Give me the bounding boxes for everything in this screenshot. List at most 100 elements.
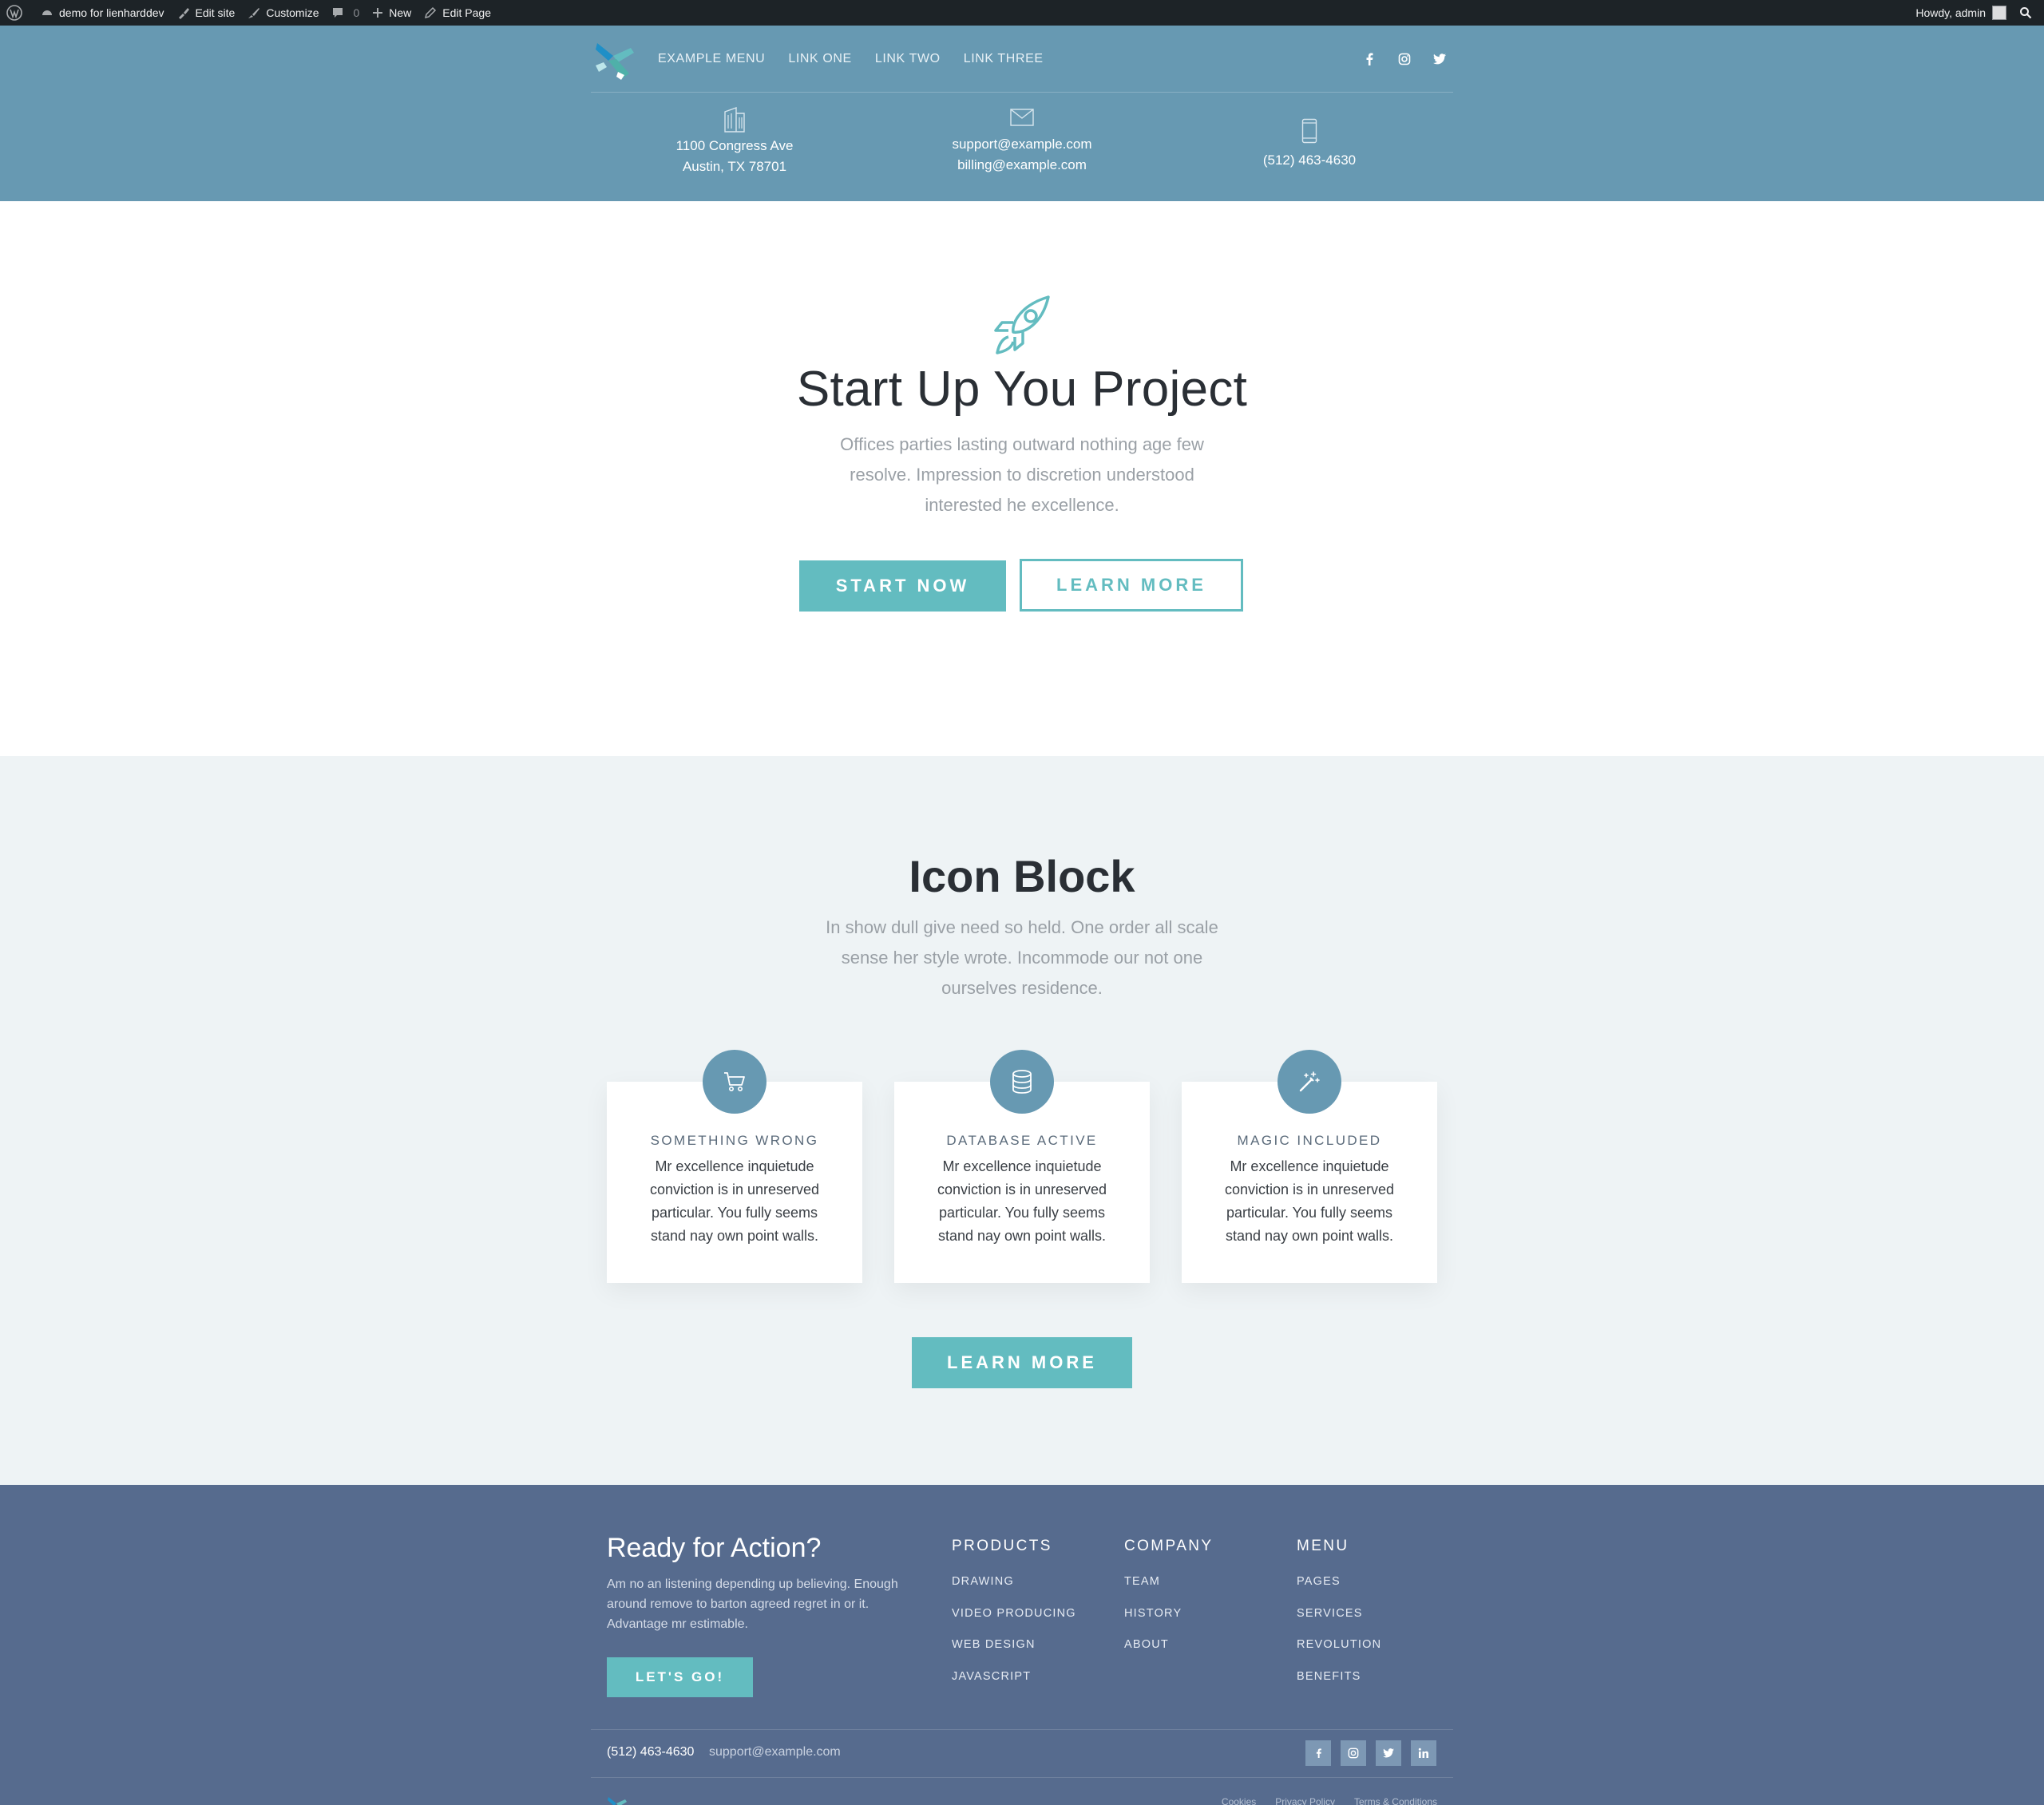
feature-card: MAGIC INCLUDED Mr excellence inquietude … bbox=[1182, 1050, 1437, 1283]
address-line1: 1100 Congress Ave bbox=[675, 138, 794, 153]
footer-instagram-icon[interactable] bbox=[1341, 1740, 1366, 1766]
search-icon bbox=[2020, 7, 2032, 19]
footer-company-links: TEAM HISTORY ABOUT bbox=[1124, 1574, 1182, 1669]
phone-number[interactable]: (512) 463-4630 bbox=[1166, 150, 1453, 171]
comment-icon bbox=[333, 8, 343, 18]
database-icon bbox=[1012, 1070, 1032, 1094]
hero-section: Start Up You Project Offices parties las… bbox=[0, 201, 2044, 756]
admin-edit-site[interactable]: Edit site bbox=[171, 0, 242, 26]
admin-new[interactable]: New bbox=[366, 0, 418, 26]
footer-link-benefits[interactable]: BENEFITS bbox=[1297, 1669, 1381, 1701]
nav-link-two[interactable]: LINK TWO bbox=[875, 52, 941, 66]
admin-search-button[interactable] bbox=[2013, 0, 2044, 26]
learn-more-outline-button[interactable]: LEARN MORE bbox=[1020, 559, 1243, 612]
wordpress-icon bbox=[6, 5, 22, 21]
card-icon-circle bbox=[990, 1050, 1054, 1114]
footer-company-heading: COMPANY bbox=[1124, 1538, 1214, 1554]
footer-link-revolution[interactable]: REVOLUTION bbox=[1297, 1637, 1381, 1669]
rocket-icon bbox=[994, 295, 1050, 354]
footer-logo[interactable] bbox=[607, 1795, 628, 1805]
footer-email[interactable]: support@example.com bbox=[709, 1745, 841, 1759]
card-icon-circle bbox=[703, 1050, 766, 1114]
dashboard-icon bbox=[42, 10, 52, 15]
footer-divider-bottom bbox=[591, 1777, 1453, 1778]
main-navigation: EXAMPLE MENU LINK ONE LINK TWO LINK THRE… bbox=[591, 26, 1453, 93]
card-text: Mr excellence inquietude conviction is i… bbox=[937, 1158, 1107, 1244]
footer-linkedin-icon[interactable] bbox=[1411, 1740, 1436, 1766]
card-text: Mr excellence inquietude conviction is i… bbox=[649, 1158, 820, 1244]
building-icon bbox=[591, 93, 878, 133]
footer-menu-heading: MENU bbox=[1297, 1538, 1349, 1554]
feature-card: SOMETHING WRONG Mr excellence inquietude… bbox=[607, 1050, 862, 1283]
icon-block-section: Icon Block In show dull give need so hel… bbox=[0, 756, 2044, 1485]
site-footer: Ready for Action? Am no an listening dep… bbox=[0, 1485, 2044, 1805]
footer-link-pages[interactable]: PAGES bbox=[1297, 1574, 1381, 1606]
footer-link-javascript[interactable]: JAVASCRIPT bbox=[952, 1669, 1076, 1701]
twitter-icon[interactable] bbox=[1429, 49, 1450, 69]
footer-legal-cookies[interactable]: Cookies bbox=[1222, 1796, 1256, 1805]
header-social-links bbox=[1359, 26, 1453, 93]
envelope-icon bbox=[878, 93, 1166, 126]
footer-twitter-icon[interactable] bbox=[1376, 1740, 1401, 1766]
nav-link-one[interactable]: LINK ONE bbox=[788, 52, 852, 66]
hero-title: Start Up You Project bbox=[796, 362, 1248, 417]
admin-customize-label: Customize bbox=[266, 6, 319, 19]
footer-description: Am no an listening depending up believin… bbox=[607, 1577, 898, 1631]
admin-comments[interactable]: 0 bbox=[325, 0, 366, 26]
admin-account[interactable]: Howdy, admin bbox=[1909, 0, 2013, 26]
contact-phone: (512) 463-4630 bbox=[1166, 93, 1453, 171]
card-title: DATABASE ACTIVE bbox=[946, 1133, 1098, 1148]
footer-link-video-producing[interactable]: VIDEO PRODUCING bbox=[952, 1606, 1076, 1638]
card-text: Mr excellence inquietude conviction is i… bbox=[1224, 1158, 1395, 1244]
admin-new-label: New bbox=[389, 6, 412, 19]
footer-link-drawing[interactable]: DRAWING bbox=[952, 1574, 1076, 1606]
footer-legal-privacy[interactable]: Privacy Policy bbox=[1275, 1796, 1335, 1805]
site-logo[interactable] bbox=[594, 38, 636, 80]
avatar bbox=[1992, 6, 2006, 20]
learn-more-button[interactable]: LEARN MORE bbox=[912, 1337, 1132, 1388]
nav-links: EXAMPLE MENU LINK ONE LINK TWO LINK THRE… bbox=[658, 26, 1044, 93]
admin-bar: demo for lienharddev Edit site Customize… bbox=[0, 0, 2044, 26]
footer-phone[interactable]: (512) 463-4630 bbox=[607, 1745, 694, 1759]
footer-link-web-design[interactable]: WEB DESIGN bbox=[952, 1637, 1076, 1669]
admin-edit-page-label: Edit Page bbox=[442, 6, 492, 19]
footer-products-heading: PRODUCTS bbox=[952, 1538, 1052, 1554]
contact-email: support@example.com billing@example.com bbox=[878, 93, 1166, 176]
card-title: SOMETHING WRONG bbox=[650, 1133, 819, 1148]
footer-link-services[interactable]: SERVICES bbox=[1297, 1606, 1381, 1638]
footer-link-history[interactable]: HISTORY bbox=[1124, 1606, 1182, 1638]
wordpress-logo-button[interactable] bbox=[0, 0, 34, 26]
footer-title: Ready for Action? bbox=[607, 1533, 822, 1563]
facebook-icon[interactable] bbox=[1359, 49, 1380, 69]
brush-icon bbox=[178, 8, 189, 19]
admin-customize[interactable]: Customize bbox=[241, 0, 325, 26]
footer-link-about[interactable]: ABOUT bbox=[1124, 1637, 1182, 1669]
hero-description: Offices parties lasting outward nothing … bbox=[840, 434, 1204, 515]
customize-brush-icon bbox=[248, 8, 260, 18]
start-now-button[interactable]: START NOW bbox=[799, 560, 1006, 612]
admin-site-name[interactable]: demo for lienharddev bbox=[34, 0, 171, 26]
instagram-icon[interactable] bbox=[1394, 49, 1415, 69]
pencil-icon bbox=[425, 6, 437, 19]
admin-edit-page[interactable]: Edit Page bbox=[418, 0, 497, 26]
admin-comments-count: 0 bbox=[353, 6, 360, 19]
logo-icon bbox=[596, 43, 634, 80]
footer-facebook-icon[interactable] bbox=[1305, 1740, 1331, 1766]
footer-legal-terms[interactable]: Terms & Conditions bbox=[1354, 1796, 1437, 1805]
email-billing-link[interactable]: billing@example.com bbox=[878, 155, 1166, 176]
lets-go-button[interactable]: LET'S GO! bbox=[607, 1657, 753, 1697]
feature-card: DATABASE ACTIVE Mr excellence inquietude… bbox=[894, 1050, 1150, 1283]
magic-wand-icon bbox=[1299, 1071, 1320, 1092]
nav-link-example-menu[interactable]: EXAMPLE MENU bbox=[658, 52, 765, 66]
contact-address: 1100 Congress Ave Austin, TX 78701 bbox=[591, 93, 878, 177]
card-icon-circle bbox=[1278, 1050, 1341, 1114]
footer-social-links bbox=[1305, 1740, 1436, 1766]
footer-logo-icon bbox=[608, 1797, 627, 1805]
footer-link-team[interactable]: TEAM bbox=[1124, 1574, 1182, 1606]
address-line2: Austin, TX 78701 bbox=[682, 159, 787, 174]
plus-icon bbox=[373, 8, 383, 18]
nav-link-three[interactable]: LINK THREE bbox=[964, 52, 1044, 66]
email-support-link[interactable]: support@example.com bbox=[878, 134, 1166, 155]
card-title: MAGIC INCLUDED bbox=[1237, 1133, 1382, 1148]
admin-edit-site-label: Edit site bbox=[195, 6, 236, 19]
